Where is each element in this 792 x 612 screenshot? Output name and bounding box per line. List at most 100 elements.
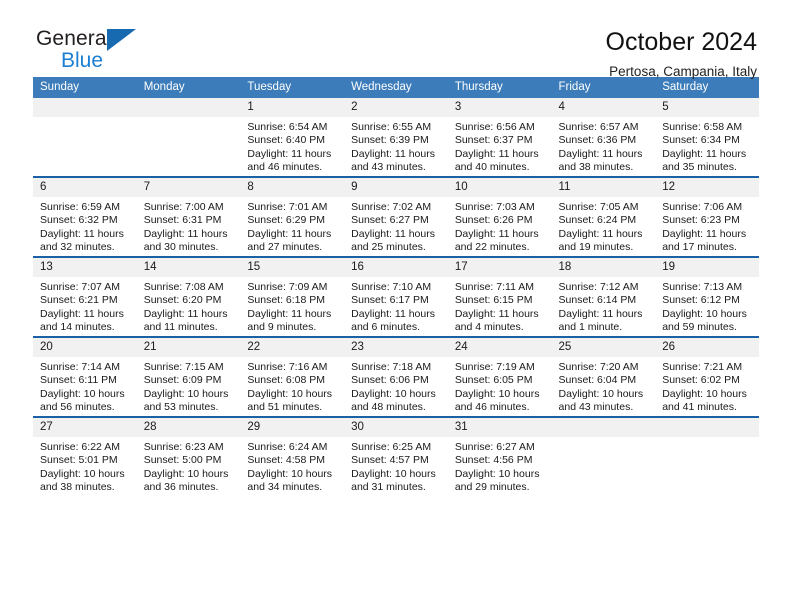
daylight-text: Daylight: 10 hours and 34 minutes. [247, 467, 333, 494]
sunrise-text: Sunrise: 7:08 AM [143, 281, 224, 293]
day-number: 31 [447, 418, 552, 437]
calendar-day-cell[interactable]: 23 Sunrise: 7:18 AM Sunset: 6:06 PM Dayligh… [344, 336, 448, 417]
calendar-day-cell[interactable]: 21 Sunrise: 7:15 AM Sunset: 6:09 PM Dayligh… [136, 336, 241, 417]
calendar-day-cell[interactable]: 12 Sunrise: 7:06 AM Sunset: 6:23 PM Dayligh… [655, 176, 759, 257]
calendar-day-cell[interactable]: 4 Sunrise: 6:57 AM Sunset: 6:36 PM Daylight… [551, 98, 656, 177]
sunrise-text: Sunrise: 7:03 AM [454, 201, 535, 213]
calendar-day-cell-empty [551, 416, 656, 496]
sunset-text: Sunset: 6:17 PM [351, 294, 429, 307]
weekday-header-saturday: Saturday [655, 77, 759, 98]
day-details: Sunrise: 6:58 AM Sunset: 6:34 PM Daylight:… [655, 117, 759, 175]
calendar-day-cell[interactable]: 31 Sunrise: 6:27 AM Sunset: 4:56 PM Dayligh… [447, 416, 552, 496]
calendar-day-cell[interactable]: 25 Sunrise: 7:20 AM Sunset: 6:04 PM Dayligh… [551, 336, 656, 417]
calendar-day-cell[interactable]: 8 Sunrise: 7:01 AM Sunset: 6:29 PM Daylight… [240, 176, 345, 257]
sunrise-text: Sunrise: 6:59 AM [40, 201, 120, 213]
day-number: 26 [655, 338, 759, 357]
sunrise-text: Sunrise: 7:06 AM [662, 201, 743, 213]
day-number: 28 [136, 418, 241, 437]
daylight-text: Daylight: 11 hours and 19 minutes. [558, 227, 643, 254]
day-number: 29 [240, 418, 345, 437]
sunset-text: Sunset: 6:11 PM [40, 374, 117, 387]
day-details: Sunrise: 7:01 AM Sunset: 6:29 PM Daylight:… [240, 197, 344, 255]
day-details: Sunrise: 6:24 AM Sunset: 4:58 PM Daylight:… [240, 437, 344, 495]
sunrise-sunset-calendar: Sunday Monday Tuesday Wednesday Thursday Frid… [33, 77, 759, 496]
daylight-text: Daylight: 10 hours and 38 minutes. [40, 467, 125, 494]
title-block: October 2024 Pertosa, Campania, Italy [606, 28, 760, 80]
day-number: 4 [551, 98, 656, 117]
calendar-day-cell[interactable]: 14 Sunrise: 7:08 AM Sunset: 6:20 PM Dayligh… [136, 256, 241, 337]
calendar-day-cell[interactable]: 29 Sunrise: 6:24 AM Sunset: 4:58 PM Dayligh… [240, 416, 345, 496]
calendar-week-row: 6 Sunrise: 6:59 AM Sunset: 6:32 PM Daylight… [33, 176, 759, 257]
sunrise-text: Sunrise: 6:58 AM [662, 121, 743, 133]
calendar-day-cell[interactable]: 26 Sunrise: 7:21 AM Sunset: 6:02 PM Dayligh… [655, 336, 759, 417]
daylight-text: Daylight: 10 hours and 29 minutes. [454, 467, 540, 494]
day-details: Sunrise: 6:23 AM Sunset: 5:00 PM Daylight:… [137, 437, 241, 495]
sunrise-text: Sunrise: 6:54 AM [247, 121, 328, 133]
daylight-text: Daylight: 10 hours and 43 minutes. [558, 387, 644, 414]
calendar-day-cell[interactable]: 3 Sunrise: 6:56 AM Sunset: 6:37 PM Daylight… [447, 98, 552, 177]
calendar-day-cell[interactable]: 22 Sunrise: 7:16 AM Sunset: 6:08 PM Dayligh… [240, 336, 345, 417]
calendar-day-cell[interactable]: 6 Sunrise: 6:59 AM Sunset: 6:32 PM Daylight… [33, 176, 137, 257]
calendar-day-cell[interactable]: 30 Sunrise: 6:25 AM Sunset: 4:57 PM Dayligh… [344, 416, 448, 496]
sunrise-text: Sunrise: 7:07 AM [40, 281, 120, 293]
calendar-day-cell[interactable]: 18 Sunrise: 7:12 AM Sunset: 6:14 PM Dayligh… [551, 256, 656, 337]
daylight-text: Daylight: 11 hours and 6 minutes. [351, 307, 435, 334]
day-number: 18 [551, 258, 656, 277]
calendar-day-cell[interactable]: 11 Sunrise: 7:05 AM Sunset: 6:24 PM Dayligh… [551, 176, 656, 257]
sunrise-text: Sunrise: 6:23 AM [143, 441, 224, 453]
sunset-text: Sunset: 6:23 PM [662, 214, 740, 227]
general-blue-logo[interactable]: General Blue [33, 28, 156, 76]
sunset-text: Sunset: 6:31 PM [143, 214, 222, 227]
calendar-day-cell[interactable]: 16 Sunrise: 7:10 AM Sunset: 6:17 PM Dayligh… [344, 256, 448, 337]
daylight-text: Daylight: 10 hours and 46 minutes. [454, 387, 540, 414]
calendar-day-cell[interactable]: 20 Sunrise: 7:14 AM Sunset: 6:11 PM Dayligh… [33, 336, 137, 417]
calendar-day-cell[interactable]: 27 Sunrise: 6:22 AM Sunset: 5:01 PM Dayligh… [33, 416, 137, 496]
sunrise-text: Sunrise: 7:15 AM [143, 361, 224, 373]
day-number [655, 418, 759, 437]
daylight-text: Daylight: 11 hours and 30 minutes. [143, 227, 228, 254]
sunset-text: Sunset: 6:12 PM [662, 294, 740, 307]
daylight-text: Daylight: 11 hours and 22 minutes. [454, 227, 539, 254]
day-details: Sunrise: 7:19 AM Sunset: 6:05 PM Daylight:… [448, 357, 552, 415]
sunrise-text: Sunrise: 7:02 AM [351, 201, 432, 213]
daylight-text: Daylight: 10 hours and 31 minutes. [351, 467, 436, 494]
calendar-day-cell[interactable]: 28 Sunrise: 6:23 AM Sunset: 5:00 PM Dayligh… [136, 416, 241, 496]
daylight-text: Daylight: 11 hours and 40 minutes. [454, 147, 539, 174]
sunset-text: Sunset: 4:58 PM [247, 454, 326, 467]
calendar-day-cell[interactable]: 13 Sunrise: 7:07 AM Sunset: 6:21 PM Dayligh… [33, 256, 137, 337]
sunrise-text: Sunrise: 6:56 AM [454, 121, 535, 133]
sunrise-text: Sunrise: 7:01 AM [247, 201, 328, 213]
calendar-day-cell[interactable]: 7 Sunrise: 7:00 AM Sunset: 6:31 PM Daylight… [136, 176, 241, 257]
calendar-day-cell[interactable]: 1 Sunrise: 6:54 AM Sunset: 6:40 PM Daylight… [240, 98, 345, 177]
calendar-day-cell[interactable]: 15 Sunrise: 7:09 AM Sunset: 6:18 PM Dayligh… [240, 256, 345, 337]
sunset-text: Sunset: 6:04 PM [558, 374, 637, 387]
calendar-day-cell[interactable]: 9 Sunrise: 7:02 AM Sunset: 6:27 PM Daylight… [344, 176, 448, 257]
day-number: 17 [447, 258, 552, 277]
daylight-text: Daylight: 11 hours and 43 minutes. [351, 147, 435, 174]
sunrise-text: Sunrise: 7:05 AM [558, 201, 639, 213]
calendar-header-row: Sunday Monday Tuesday Wednesday Thursday Frid… [33, 77, 759, 98]
day-number: 5 [655, 98, 759, 117]
calendar-day-cell[interactable]: 2 Sunrise: 6:55 AM Sunset: 6:39 PM Daylight… [344, 98, 448, 177]
sunset-text: Sunset: 6:20 PM [143, 294, 222, 307]
calendar-day-cell[interactable]: 5 Sunrise: 6:58 AM Sunset: 6:34 PM Daylight… [655, 98, 759, 177]
calendar-day-cell[interactable]: 24 Sunrise: 7:19 AM Sunset: 6:05 PM Dayligh… [447, 336, 552, 417]
day-number: 22 [240, 338, 345, 357]
day-details: Sunrise: 6:27 AM Sunset: 4:56 PM Daylight:… [448, 437, 552, 495]
triangle-icon [107, 29, 136, 51]
logo-text-general: General [36, 27, 112, 50]
calendar-day-cell[interactable]: 17 Sunrise: 7:11 AM Sunset: 6:15 PM Dayligh… [447, 256, 552, 337]
weekday-header-sunday: Sunday [33, 77, 137, 98]
sunset-text: Sunset: 4:57 PM [351, 454, 429, 467]
daylight-text: Daylight: 11 hours and 46 minutes. [247, 147, 332, 174]
day-details: Sunrise: 6:59 AM Sunset: 6:32 PM Daylight:… [33, 197, 137, 255]
calendar-day-cell[interactable]: 19 Sunrise: 7:13 AM Sunset: 6:12 PM Dayligh… [655, 256, 759, 337]
sunset-text: Sunset: 6:27 PM [351, 214, 429, 227]
sunset-text: Sunset: 6:18 PM [247, 294, 326, 307]
calendar-day-cell[interactable]: 10 Sunrise: 7:03 AM Sunset: 6:26 PM Dayligh… [447, 176, 552, 257]
calendar-week-row: 13 Sunrise: 7:07 AM Sunset: 6:21 PM Dayligh… [33, 256, 759, 337]
daylight-text: Daylight: 10 hours and 53 minutes. [143, 387, 229, 414]
day-number: 3 [447, 98, 552, 117]
day-number [136, 98, 241, 117]
daylight-text: Daylight: 10 hours and 41 minutes. [662, 387, 747, 414]
